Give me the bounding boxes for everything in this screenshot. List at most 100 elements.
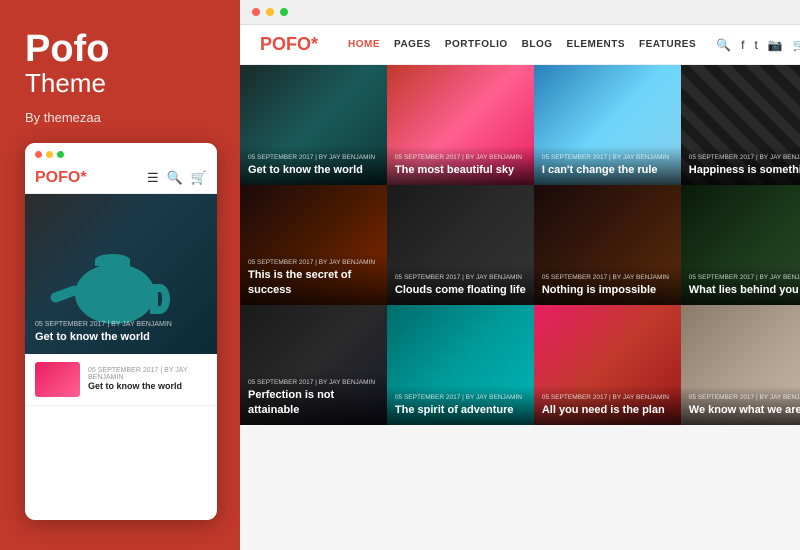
mobile-logo-star: * [80,169,86,186]
main-area: POFO* HOME PAGES PORTFOLIO BLOG ELEMENTS… [240,0,800,550]
mobile-dot-red [35,151,42,158]
nav-item-portfolio[interactable]: PORTFOLIO [445,39,508,50]
grid-item-overlay: 05 SEPTEMBER 2017 | BY JAY BENJAMIN Cloud… [387,266,534,305]
grid-item[interactable]: 05 SEPTEMBER 2017 | BY JAY BENJAMIN We kn… [681,305,800,425]
browser-chrome [240,0,800,25]
grid-item-overlay: 05 SEPTEMBER 2017 | BY JAY BENJAMINHappi… [681,146,800,185]
teapot-handle [150,284,170,314]
grid-item-overlay: 05 SEPTEMBER 2017 | BY JAY BENJAMIN This … [240,251,387,305]
grid-item[interactable]: 05 SEPTEMBER 2017 | BY JAY BENJAMIN What … [681,185,800,305]
mobile-list-title: Get to know the world [88,381,207,393]
desktop-nav-right: 🔍 f t 📷 🛒 [716,38,800,52]
grid-meta: 05 SEPTEMBER 2017 | BY JAY BENJAMIN [395,154,526,161]
grid-item[interactable]: 05 SEPTEMBER 2017 | BY JAY BENJAMIN The s… [387,305,534,425]
mobile-hamburger-icon[interactable]: ☰ [147,170,159,186]
nav-item-pages[interactable]: PAGES [394,39,431,50]
desktop-cart-icon[interactable]: 🛒 [793,38,800,52]
grid-title: Get to know the world [248,163,379,177]
desktop-nav-items: HOME PAGES PORTFOLIO BLOG ELEMENTS FEATU… [348,39,696,50]
grid-title: What lies behind you [689,283,800,297]
mobile-logo-text: POFO [35,169,80,186]
grid-item[interactable]: 05 SEPTEMBER 2017 | BY JAY BENJAMIN Get t… [240,65,387,185]
mobile-cart-icon[interactable]: 🛒 [191,170,207,186]
mobile-search-icon[interactable]: 🔍 [167,170,183,186]
grid-meta: 05 SEPTEMBER 2017 | BY JAY BENJAMIN [248,259,379,266]
grid-item-overlay: 05 SEPTEMBER 2017 | BY JAY BENJAMINNothi… [534,266,681,305]
grid-meta: 05 SEPTEMBER 2017 | BY JAY BENJAMIN [248,379,379,386]
grid-item[interactable]: 05 SEPTEMBER 2017 | BY JAY BENJAMIN Cloud… [387,185,534,305]
mobile-dot-green [57,151,64,158]
nav-item-features[interactable]: FEATURES [639,39,696,50]
grid-title: We know what we are [689,403,800,417]
mobile-top-bar [25,143,217,163]
grid-item[interactable]: 05 SEPTEMBER 2017 | BY JAY BENJAMIN Perfe… [240,305,387,425]
grid-item-overlay: 05 SEPTEMBER 2017 | BY JAY BENJAMIN All y… [534,386,681,425]
mobile-preview: POFO* ☰ 🔍 🛒 05 SEPTEMBER 2017 | BY JAY B… [25,143,217,520]
desktop-search-icon[interactable]: 🔍 [716,38,731,52]
grid-title: Perfection is not attainable [248,388,379,417]
grid-item-overlay: 05 SEPTEMBER 2017 | BY JAY BENJAMIN We kn… [681,386,800,425]
desktop-facebook-icon[interactable]: f [741,38,744,52]
grid-item-overlay: 05 SEPTEMBER 2017 | BY JAY BENJAMIN Perfe… [240,371,387,425]
nav-item-blog[interactable]: BLOG [522,39,553,50]
mobile-dot-yellow [46,151,53,158]
mobile-list-info: 05 SEPTEMBER 2017 | BY JAY BENJAMIN Get … [88,367,207,393]
grid-title: The spirit of adventure [395,403,526,417]
brand: Pofo Theme [25,30,215,99]
mobile-logo: POFO* [35,169,87,187]
browser-dot-red [252,8,260,16]
grid-title: Nothing is impossible [542,283,673,297]
grid-item-overlay: 05 SEPTEMBER 2017 | BY JAY BENJAMIN What … [681,266,800,305]
grid-item[interactable]: 05 SEPTEMBER 2017 | BY JAY BENJAMINNothi… [534,185,681,305]
grid-meta: 05 SEPTEMBER 2017 | BY JAY BENJAMIN [689,274,800,281]
grid-title: The most beautiful sky [395,163,526,177]
mobile-list-meta: 05 SEPTEMBER 2017 | BY JAY BENJAMIN [88,367,207,381]
blog-grid: 05 SEPTEMBER 2017 | BY JAY BENJAMIN Get t… [240,65,800,550]
grid-item[interactable]: 05 SEPTEMBER 2017 | BY JAY BENJAMIN The m… [387,65,534,185]
browser-dot-green [280,8,288,16]
mobile-hero-title: Get to know the world [35,330,172,344]
desktop-instagram-icon[interactable]: 📷 [768,38,783,52]
grid-item[interactable]: 05 SEPTEMBER 2017 | BY JAY BENJAMINHappi… [681,65,800,185]
mobile-list-thumb [35,362,80,397]
grid-item[interactable]: 05 SEPTEMBER 2017 | BY JAY BENJAMIN All y… [534,305,681,425]
sidebar: Pofo Theme By themezaa POFO* ☰ 🔍 🛒 [0,0,240,550]
mobile-content: 05 SEPTEMBER 2017 | BY JAY BENJAMIN Get … [25,194,217,520]
grid-title: This is the secret of success [248,268,379,297]
grid-meta: 05 SEPTEMBER 2017 | BY JAY BENJAMIN [689,394,800,401]
grid-item-overlay: 05 SEPTEMBER 2017 | BY JAY BENJAMIN The s… [387,386,534,425]
brand-title: Pofo [25,30,215,68]
desktop-nav: POFO* HOME PAGES PORTFOLIO BLOG ELEMENTS… [240,25,800,65]
brand-subtitle: Theme [25,68,215,99]
desktop-logo-star: * [311,34,318,54]
desktop-logo: POFO* [260,34,318,55]
teapot-lid [95,254,130,266]
grid-item[interactable]: 05 SEPTEMBER 2017 | BY JAY BENJAMIN I can… [534,65,681,185]
teapot-body [75,264,155,324]
desktop-logo-text: POFO [260,34,311,54]
grid-item-overlay: 05 SEPTEMBER 2017 | BY JAY BENJAMIN I can… [534,146,681,185]
browser-dot-yellow [266,8,274,16]
grid-item[interactable]: 05 SEPTEMBER 2017 | BY JAY BENJAMIN This … [240,185,387,305]
grid-meta: 05 SEPTEMBER 2017 | BY JAY BENJAMIN [542,154,673,161]
grid-item-overlay: 05 SEPTEMBER 2017 | BY JAY BENJAMIN Get t… [240,146,387,185]
nav-item-home[interactable]: HOME [348,39,380,50]
nav-item-elements[interactable]: ELEMENTS [567,39,625,50]
mobile-hero-meta: 05 SEPTEMBER 2017 | BY JAY BENJAMIN [35,321,172,328]
grid-title: Happiness is something [689,163,800,177]
grid-title: I can't change the rule [542,163,673,177]
mobile-nav-icons: ☰ 🔍 🛒 [147,170,207,186]
mobile-hero: 05 SEPTEMBER 2017 | BY JAY BENJAMIN Get … [25,194,217,354]
grid-meta: 05 SEPTEMBER 2017 | BY JAY BENJAMIN [248,154,379,161]
grid-title: All you need is the plan [542,403,673,417]
grid-meta: 05 SEPTEMBER 2017 | BY JAY BENJAMIN [395,274,526,281]
grid-title: Clouds come floating life [395,283,526,297]
mobile-list-item: 05 SEPTEMBER 2017 | BY JAY BENJAMIN Get … [25,354,217,406]
mobile-hero-text: 05 SEPTEMBER 2017 | BY JAY BENJAMIN Get … [35,321,172,344]
desktop-twitter-icon[interactable]: t [754,38,757,52]
grid-meta: 05 SEPTEMBER 2017 | BY JAY BENJAMIN [542,394,673,401]
grid-item-overlay: 05 SEPTEMBER 2017 | BY JAY BENJAMIN The m… [387,146,534,185]
grid-meta: 05 SEPTEMBER 2017 | BY JAY BENJAMIN [395,394,526,401]
mobile-nav: POFO* ☰ 🔍 🛒 [25,163,217,194]
brand-by: By themezaa [25,110,215,125]
